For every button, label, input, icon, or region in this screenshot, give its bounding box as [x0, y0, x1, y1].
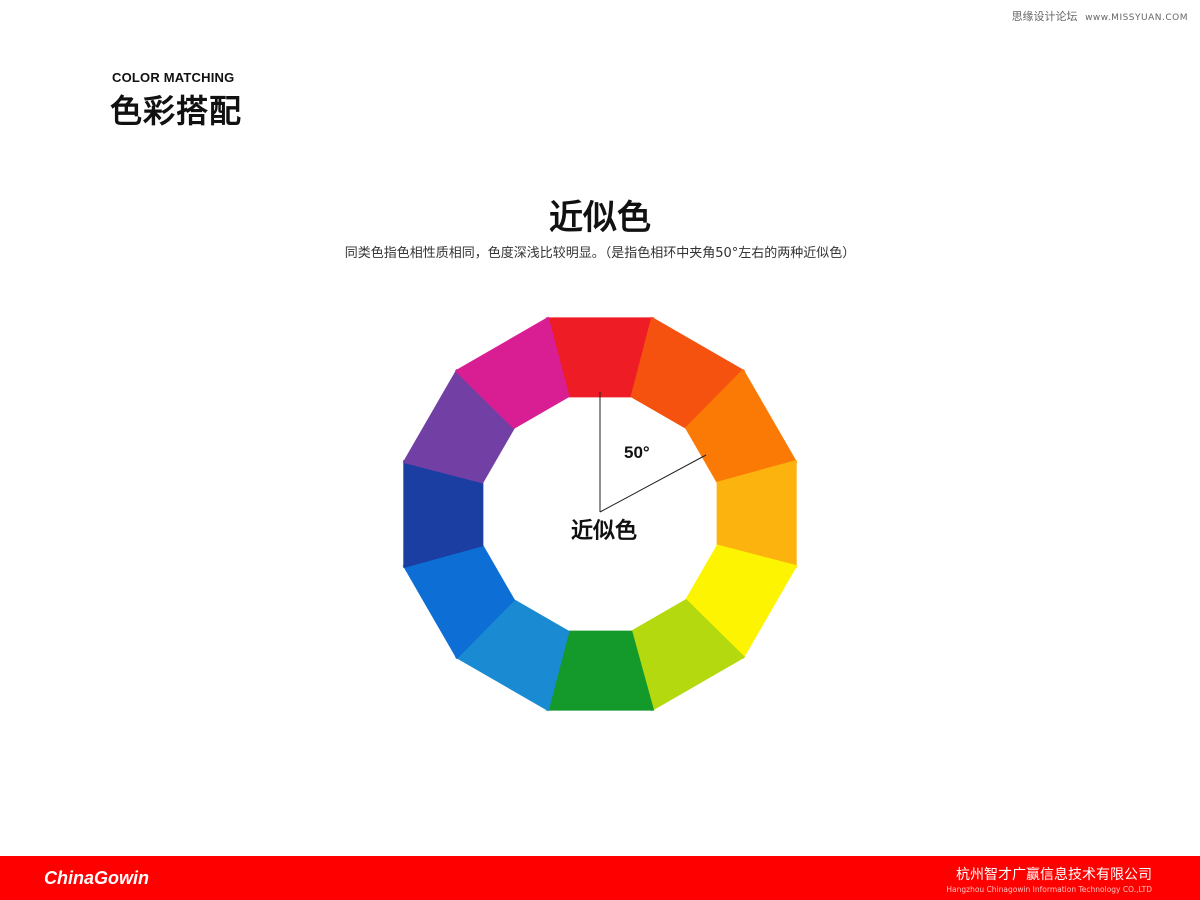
page-description: 同类色指色相性质相同，色度深浅比较明显。（是指色相环中夹角50°左右的两种近似色…	[344, 246, 856, 261]
header-title-cn: 色彩搭配	[110, 92, 243, 130]
footer-brand-logo: ChinaGowin	[44, 868, 149, 888]
footer-company: 杭州智才广赢信息技术有限公司 Hangzhou Chinagowin Infor…	[946, 864, 1152, 894]
watermark-site: www.MISSYUAN.COM	[1085, 13, 1188, 23]
footer-company-en: Hangzhou Chinagowin Information Technolo…	[946, 885, 1152, 894]
watermark: 思缘设计论坛 www.MISSYUAN.COM	[1012, 8, 1188, 24]
color-wheel-segments	[402, 316, 798, 712]
watermark-text: 思缘设计论坛	[1011, 10, 1078, 23]
angle-label: 50°	[624, 443, 650, 462]
footer-company-cn: 杭州智才广赢信息技术有限公司	[956, 867, 1152, 883]
center-label: 近似色	[571, 518, 637, 544]
page-title: 近似色	[549, 198, 651, 238]
angle-line-diagonal	[599, 454, 707, 513]
footer-bar: ChinaGowin 杭州智才广赢信息技术有限公司 Hangzhou China…	[0, 856, 1200, 900]
header-title-en: COLOR MATCHING	[112, 70, 235, 85]
color-wheel: 50° 近似色	[390, 300, 810, 730]
color-wheel-svg: 50° 近似色	[402, 316, 798, 712]
